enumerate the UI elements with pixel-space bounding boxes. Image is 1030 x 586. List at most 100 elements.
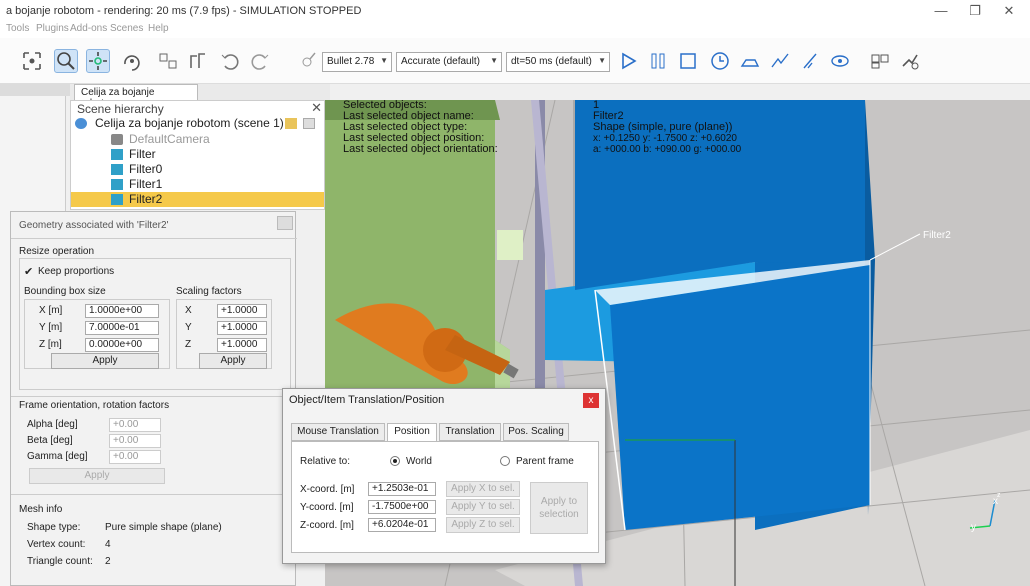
tab-translation[interactable]: Translation [439,423,501,441]
page-selector-icon[interactable] [868,49,892,73]
redo-icon[interactable] [248,49,272,73]
shape-icon [111,164,123,175]
assembly-icon[interactable] [156,49,180,73]
stop-icon[interactable] [676,49,700,73]
slow-down-icon[interactable] [738,49,762,73]
tab-pos-scaling[interactable]: Pos. Scaling [503,423,569,441]
menu-tools[interactable]: Tools [6,23,29,34]
keep-proportions-checkbox[interactable]: Keep proportions [38,266,114,277]
physics-engine-select[interactable]: Bullet 2.78 ▼ [322,52,392,72]
tab-mouse-translation[interactable]: Mouse Translation [291,423,385,441]
camera-icon [111,134,123,145]
menu-addons[interactable]: Add-ons [70,23,107,34]
tree-item-defaultcamera[interactable]: DefaultCamera [71,132,324,147]
left-panel-header [0,84,70,96]
minimize-button[interactable]: — [926,2,956,20]
scale-y-input[interactable]: +1.0000 [217,321,267,335]
camera-pan-icon[interactable] [20,49,44,73]
geometry-close-button[interactable] [277,216,293,230]
tree-item-label: DefaultCamera [129,132,210,146]
threaded-render-icon[interactable] [798,49,822,73]
scene-selector-icon[interactable] [898,49,922,73]
menu-bar: Tools Plugins Add-ons Scenes Help [0,22,1030,38]
beta-input[interactable]: +0.00 [109,434,161,448]
scene-hierarchy-panel: Scene hierarchy ✕ Celija za bojanje robo… [70,100,325,210]
overlay-value: a: +000.00 b: +090.00 g: +000.00 [593,144,742,155]
menu-help[interactable]: Help [148,23,169,34]
beta-label: Beta [deg] [27,435,73,446]
axis-label-y: y [971,522,976,533]
divider [11,494,297,495]
parent-frame-radio[interactable] [500,456,510,466]
triangle-count-value: 2 [105,556,111,567]
translation-dialog: Object/Item Translation/Position x Mouse… [282,388,606,564]
undo-icon[interactable] [218,49,242,73]
tree-item-filter2[interactable]: Filter2 [71,192,324,207]
bbox-apply-button[interactable]: Apply [51,353,159,369]
geometry-dialog-title: Geometry associated with 'Filter2' [19,220,169,231]
timestep-select[interactable]: dt=50 ms (default) ▼ [506,52,610,72]
scale-z-input[interactable]: +1.0000 [217,338,267,352]
x-coord-label: X-coord. [m] [300,484,355,495]
apply-to-selection-button[interactable]: Apply to selection [530,482,588,534]
dialog-icon[interactable] [303,118,315,129]
world-radio[interactable] [390,456,400,466]
restore-button[interactable]: ❐ [960,2,990,20]
tree-root-label: Celija za bojanje robotom (scene 1) [95,116,284,130]
apply-y-button[interactable]: Apply Y to sel. [446,499,520,515]
realtime-icon[interactable] [708,49,732,73]
bbox-z-input[interactable]: 0.0000e+00 [85,338,159,352]
bbox-size-label: Bounding box size [24,286,106,297]
overlay-value: x: +0.1250 y: -1.7500 z: +0.6020 [593,133,737,144]
shape-icon [111,179,123,190]
translation-dialog-title: Object/Item Translation/Position [289,394,445,406]
gamma-input[interactable]: +0.00 [109,450,161,464]
world-label: World [406,456,432,467]
script-icon[interactable] [285,118,297,129]
resize-group: ✔ Keep proportions Bounding box size Sca… [19,258,291,390]
close-button[interactable]: ✕ [994,2,1024,20]
translation-close-button[interactable]: x [583,393,599,408]
scene-tab[interactable]: Celija za bojanje robotom [74,84,198,109]
scene-globe-icon [75,118,87,129]
x-coord-input[interactable]: +1.2503e-01 [368,482,436,496]
speed-up-icon[interactable] [768,49,792,73]
scene-hierarchy-header: Scene hierarchy [77,102,164,116]
checkmark-icon[interactable]: ✔ [24,265,33,278]
dynamics-toggle-icon[interactable] [296,49,320,73]
parent-frame-label: Parent frame [516,456,574,467]
camera-zoom-icon[interactable] [54,49,78,73]
transfer-dna-icon[interactable] [186,49,210,73]
visualization-icon[interactable] [828,49,852,73]
bbox-y-input[interactable]: 7.0000e-01 [85,321,159,335]
z-coord-input[interactable]: +6.0204e-01 [368,518,436,532]
shape-icon [111,194,123,205]
play-icon[interactable] [616,49,640,73]
tree-item-filter1[interactable]: Filter1 [71,177,324,192]
tree-item-label: Filter0 [129,162,163,176]
object-rotate-icon[interactable] [120,49,144,73]
apply-x-button[interactable]: Apply X to sel. [446,481,520,497]
shape-icon [111,149,123,160]
tree-item-filter0[interactable]: Filter0 [71,162,324,177]
menu-plugins[interactable]: Plugins [36,23,69,34]
rotation-apply-button[interactable]: Apply [29,468,165,484]
object-move-icon[interactable] [86,49,110,73]
tree-root-scene[interactable]: Celija za bojanje robotom (scene 1) [71,116,324,131]
menu-scenes[interactable]: Scenes [110,23,143,34]
tree-item-filter[interactable]: Filter [71,147,324,162]
vertex-count-value: 4 [105,539,111,550]
scale-x-input[interactable]: +1.0000 [217,304,267,318]
bbox-group: X [m] 1.0000e+00 Y [m] 7.0000e-01 Z [m] … [24,299,170,369]
bbox-x-input[interactable]: 1.0000e+00 [85,304,159,318]
pause-icon[interactable] [646,49,670,73]
object-label-filter2: Filter2 [923,230,951,241]
apply-z-button[interactable]: Apply Z to sel. [446,517,520,533]
scaling-apply-button[interactable]: Apply [199,353,267,369]
hierarchy-close-button[interactable]: ✕ [311,100,322,116]
window-title: a bojanje robotom - rendering: 20 ms (7.… [6,5,362,17]
tab-position[interactable]: Position [387,423,437,442]
accuracy-select[interactable]: Accurate (default) ▼ [396,52,502,72]
alpha-input[interactable]: +0.00 [109,418,161,432]
y-coord-input[interactable]: -1.7500e+00 [368,500,436,514]
